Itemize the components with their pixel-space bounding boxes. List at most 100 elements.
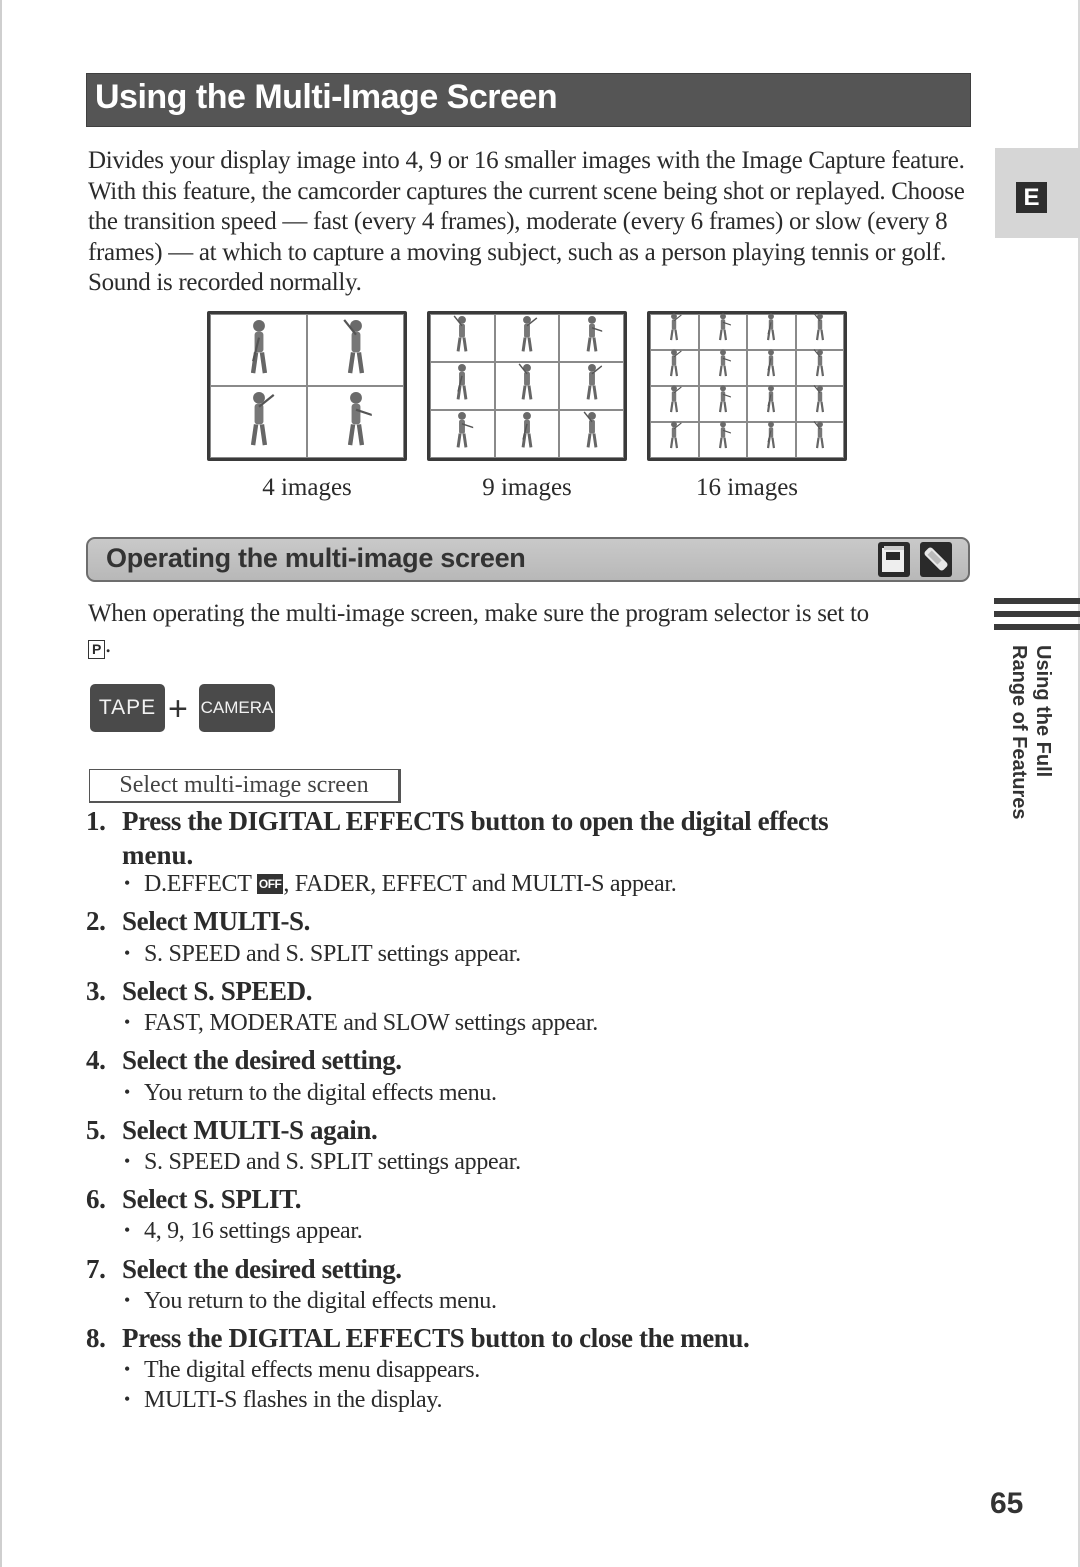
grid-cell [494,314,560,362]
step-6-bullet: 4, 9, 16 settings appear. [124,1218,363,1245]
side-section-label: Using the Full Range of Features [985,645,1055,820]
step-7: 7. Select the desired setting. [86,1254,402,1285]
golfer-figure-icon [715,420,732,455]
grid-cell [795,420,844,458]
grid-cell [430,410,495,458]
golfer-figure-icon [581,410,603,454]
title-bar: Using the Multi-Image Screen [86,73,971,127]
grid-cell [698,385,747,422]
step-8: 8. Press the DIGITAL EFFECTS button to cl… [86,1323,750,1354]
golfer-figure-icon [242,389,274,453]
language-tab: E [995,148,1080,238]
step-4-bullet: You return to the digital effects menu. [124,1080,497,1107]
grid-cell [494,362,560,410]
intro-paragraph: Divides your display image into 4, 9 or … [88,147,965,296]
illustration-16-images [647,311,847,461]
golfer-figure-icon [242,317,274,381]
step-number: 7. [86,1254,106,1284]
golfer-figure-icon [581,314,604,358]
golfer-figure-icon [339,389,374,453]
grid-cell [650,420,699,458]
golfer-figure-icon [452,410,475,454]
golfer-figure-icon [812,420,828,455]
golfer-figure-icon [812,312,828,347]
step-5-bullet: S. SPEED and S. SPLIT settings appear. [124,1149,521,1176]
grid-cell [795,348,844,386]
golfer-figure-icon [812,348,828,383]
illustration-4-images [207,311,407,461]
golfer-figure-icon [516,362,538,406]
illustration-9-images [427,311,627,461]
section-title: Operating the multi-image screen [106,543,526,573]
step-title: Select S. SPLIT. [122,1184,302,1214]
grid-cell [698,313,747,350]
step-1-bullet: D.EFFECT OFF, FADER, EFFECT and MULTI-S … [124,871,677,898]
mode-label: Select multi-image screen [89,769,401,803]
step-1-continued: menu. [122,840,194,870]
bullet-text: D.EFFECT [144,871,252,897]
step-6: 6. Select S. SPLIT. [86,1184,302,1215]
language-tab-label: E [1016,182,1047,213]
step-number: 3. [86,976,106,1006]
page-title: Using the Multi-Image Screen [95,78,558,116]
step-2: 2. Select MULTI-S. [86,906,310,937]
grid-cell [307,314,404,386]
plus-sign: + [168,690,188,728]
golfer-figure-icon [452,362,474,406]
grid-cell [559,410,624,458]
grid-cell [650,348,699,386]
step-title: Select the desired setting. [122,1045,402,1075]
grid-cell [307,386,404,458]
grid-cell [494,410,560,458]
grid-cell [795,312,844,350]
golfer-figure-icon [666,420,682,455]
grid-cell [747,349,796,386]
grid-cell [430,362,495,410]
golfer-figure-icon [763,312,779,347]
step-number: 4. [86,1045,106,1075]
step-title: Press the DIGITAL EFFECTS button to open… [122,806,829,836]
caption-16-images: 16 images [695,474,799,501]
section-header: Operating the multi-image screen [86,537,970,582]
grid-cell [747,421,796,458]
golfer-figure-icon [666,312,682,347]
grid-cell [698,420,747,458]
tab-bar [994,624,1080,630]
side-label-text: Using the Full Range of Features [1007,645,1055,820]
golfer-figure-icon [812,384,828,419]
step-title: Select S. SPEED. [122,976,313,1006]
grid-cell [210,314,307,386]
grid-cell [795,384,844,422]
grid-cell [559,314,624,362]
tab-bar [994,611,1080,617]
caption-4-images: 4 images [262,474,352,501]
step-1: 1. Press the DIGITAL EFFECTS button to op… [86,806,829,837]
step-4: 4. Select the desired setting. [86,1045,402,1076]
grid-cell [650,312,699,350]
step-2-bullet: S. SPEED and S. SPLIT settings appear. [124,941,521,968]
step-number: 1. [86,806,106,836]
golfer-figure-icon [715,348,732,383]
tape-key: TAPE [90,684,165,732]
page-number: 65 [990,1487,1024,1520]
step-3-bullet: FAST, MODERATE and SLOW settings appear. [124,1010,598,1037]
cassette-mode-icon [878,542,910,577]
golfer-figure-icon [666,348,682,383]
grid-cell [559,362,624,410]
caption-9-images: 9 images [482,474,572,501]
step-number: 8. [86,1323,106,1353]
step-title: Select MULTI-S. [122,906,310,936]
golfer-figure-icon [581,362,603,406]
section-tab-bars [994,598,1080,637]
step-8-bullet-2: MULTI-S flashes in the display. [124,1387,443,1414]
golfer-figure-icon [516,410,538,454]
side-label-line2: Range of Features [1008,645,1030,820]
note-end: . [105,631,111,658]
step-title: Select MULTI-S again. [122,1115,378,1145]
grid-cell [747,312,796,350]
golfer-figure-icon [666,384,682,419]
grid-cell [650,384,699,422]
step-5: 5. Select MULTI-S again. [86,1115,378,1146]
grid-cell [430,314,495,362]
note-text: When operating the multi-image screen, m… [88,600,869,627]
